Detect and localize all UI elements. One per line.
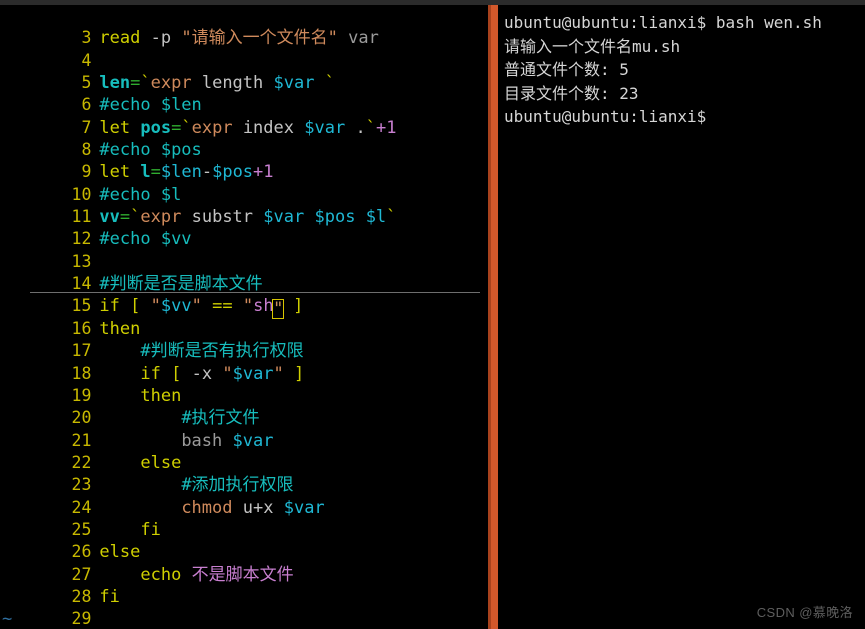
code-line[interactable]: 19 then bbox=[0, 363, 488, 406]
code-line[interactable]: 25 fi bbox=[0, 497, 488, 540]
code-line[interactable]: 10 #echo $l bbox=[0, 161, 488, 205]
code-line[interactable]: 26 else bbox=[0, 519, 488, 562]
terminal-pane[interactable]: ubuntu@ubuntu:lianxi$ bash wen.sh 请输入一个文… bbox=[498, 5, 865, 629]
code-line[interactable]: 12 #echo $vv bbox=[0, 206, 488, 249]
code-line[interactable]: 17 #判断是否有执行权限 bbox=[0, 318, 488, 361]
terminal-line: 普通文件个数: 5 bbox=[504, 60, 629, 79]
vim-editor-pane[interactable]: 3 read -p "请输入一个文件名" var 4 5 len=`expr len… bbox=[0, 5, 488, 629]
code-line[interactable]: 11 vv=`expr substr $var $pos $l` bbox=[0, 184, 488, 227]
terminal-prompt-line: ubuntu@ubuntu:lianxi$ bbox=[504, 107, 707, 126]
code-line[interactable]: 9 let l=$len-$pos+1 bbox=[0, 139, 488, 182]
code-line[interactable]: 21 bash $var bbox=[0, 407, 488, 451]
code-line[interactable]: 28 fi bbox=[0, 564, 488, 607]
code-line[interactable]: 13 bbox=[0, 228, 488, 271]
line-number: 29 bbox=[71, 609, 92, 629]
terminal-line: ubuntu@ubuntu:lianxi$ bash wen.sh bbox=[504, 13, 822, 32]
code-line[interactable]: 14 #判断是否是脚本文件 bbox=[0, 251, 488, 294]
code-line[interactable]: 23 #添加执行权限 bbox=[0, 452, 488, 495]
code-line-active[interactable]: 15 if [ "$vv" == "sh" ] bbox=[0, 273, 488, 320]
watermark: CSDN @慕晚洛 bbox=[756, 605, 853, 620]
code-line[interactable]: 20 #执行文件 bbox=[0, 385, 488, 428]
code-line[interactable]: 27 echo 不是脚本文件 bbox=[0, 541, 488, 585]
code-line[interactable]: 16 then bbox=[0, 295, 488, 339]
terminal-line: 请输入一个文件名mu.sh bbox=[504, 36, 681, 56]
code-line[interactable]: 18 if [ -x "$var" ] bbox=[0, 340, 488, 384]
code-line[interactable]: 4 bbox=[0, 27, 488, 70]
code-line[interactable]: 3 read -p "请输入一个文件名" var bbox=[0, 5, 488, 48]
code-line[interactable]: 6 #echo $len bbox=[0, 72, 488, 115]
code-line[interactable]: 29 bbox=[0, 586, 488, 628]
code-line[interactable]: 24 chmod u+x $var bbox=[0, 474, 488, 518]
code-line[interactable]: 7 let pos=`expr index $var .`+1 bbox=[0, 94, 488, 138]
code-line[interactable]: 8 #echo $pos bbox=[0, 117, 488, 160]
screen: 3 read -p "请输入一个文件名" var 4 5 len=`expr len… bbox=[0, 0, 865, 629]
pane-divider[interactable] bbox=[488, 5, 498, 629]
terminal-line: 目录文件个数: 23 bbox=[504, 83, 639, 103]
code-line[interactable]: 22 else bbox=[0, 430, 488, 473]
code-line[interactable]: 5 len=`expr length $var ` bbox=[0, 50, 488, 93]
